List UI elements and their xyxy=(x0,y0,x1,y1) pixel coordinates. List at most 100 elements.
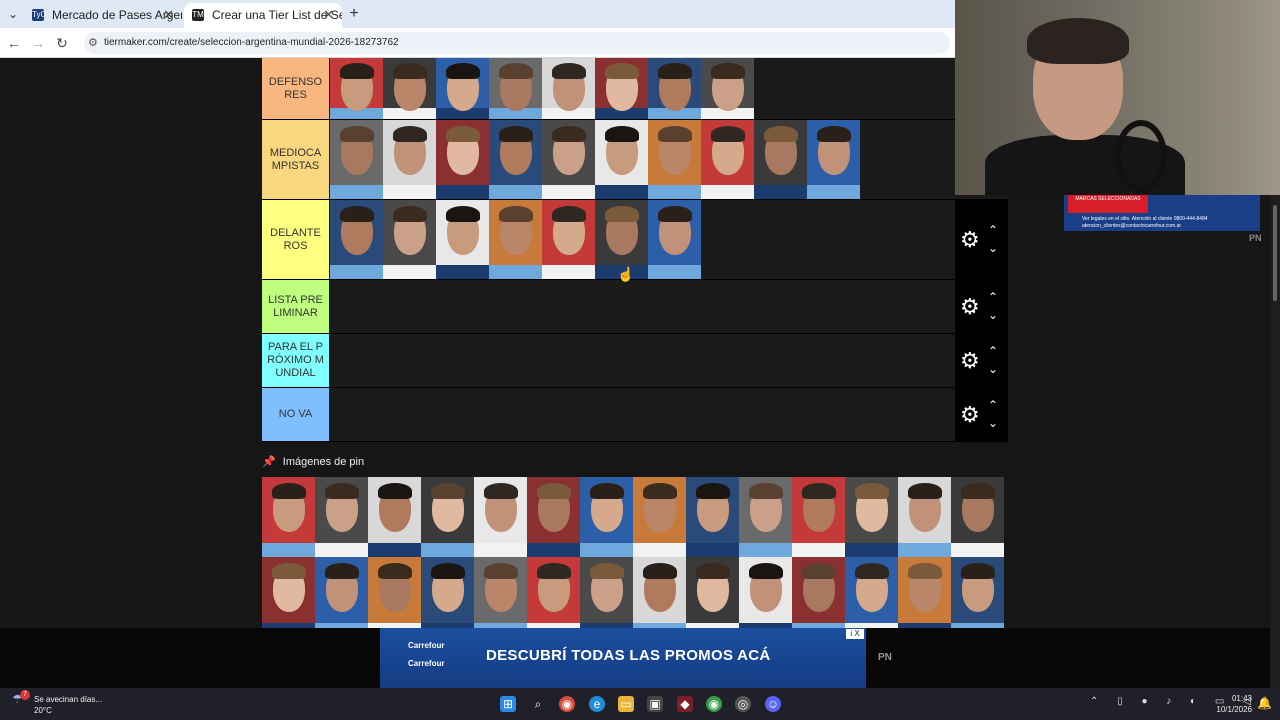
pool-player-card[interactable] xyxy=(686,557,739,637)
player-card[interactable] xyxy=(383,120,436,199)
player-card[interactable] xyxy=(489,200,542,279)
player-card[interactable] xyxy=(595,120,648,199)
player-card[interactable] xyxy=(754,120,807,199)
pool-player-card[interactable] xyxy=(580,557,633,637)
app-icon[interactable]: ◆ xyxy=(677,696,693,712)
pool-player-card[interactable] xyxy=(898,557,951,637)
player-card[interactable] xyxy=(595,58,648,119)
player-card[interactable] xyxy=(436,120,489,199)
close-tab-icon[interactable]: ✕ xyxy=(163,3,174,27)
edge-icon[interactable]: e xyxy=(589,696,605,712)
player-card[interactable] xyxy=(542,200,595,279)
pool-player-card[interactable] xyxy=(580,477,633,557)
player-card[interactable] xyxy=(436,58,489,119)
player-card[interactable] xyxy=(489,120,542,199)
tab-crear-tier-list[interactable]: TM Crear una Tier List de Selecció ✕ xyxy=(184,3,342,28)
pool-player-card[interactable] xyxy=(898,477,951,557)
pool-player-card[interactable] xyxy=(633,477,686,557)
pool-player-card[interactable] xyxy=(792,557,845,637)
notification-icon[interactable]: 🔔 xyxy=(1257,696,1272,710)
player-card[interactable] xyxy=(330,200,383,279)
file-explorer-icon[interactable]: ▭ xyxy=(618,696,634,712)
pool-player-card[interactable] xyxy=(845,477,898,557)
pool-player-card[interactable] xyxy=(951,557,1004,637)
player-card[interactable] xyxy=(383,200,436,279)
move-up-chevron-icon[interactable]: ⌃ xyxy=(988,345,998,357)
back-arrow-icon[interactable]: ← xyxy=(4,33,24,53)
pool-player-card[interactable] xyxy=(951,477,1004,557)
pool-player-card[interactable] xyxy=(739,557,792,637)
player-card[interactable] xyxy=(807,120,860,199)
site-info-icon[interactable]: ⚙ xyxy=(88,32,98,54)
windows-start-icon[interactable]: ⊞ xyxy=(500,696,516,712)
gear-icon[interactable]: ⚙ xyxy=(960,403,980,426)
store-icon[interactable]: ▣ xyxy=(647,696,663,712)
player-card[interactable] xyxy=(436,200,489,279)
pool-player-card[interactable] xyxy=(315,477,368,557)
url-field[interactable]: ⚙ tiermaker.com/create/seleccion-argenti… xyxy=(84,32,950,54)
pool-player-card[interactable] xyxy=(262,477,315,557)
tab-search-chevron-icon[interactable]: ⌄ xyxy=(3,4,23,24)
player-card[interactable] xyxy=(489,58,542,119)
clock[interactable]: 01:43 10/1/2026 xyxy=(1212,693,1252,715)
pool-player-card[interactable] xyxy=(686,477,739,557)
player-card[interactable] xyxy=(330,120,383,199)
pool-player-card[interactable] xyxy=(474,477,527,557)
pool-player-card[interactable] xyxy=(845,557,898,637)
tier-label[interactable]: DELANTEROS xyxy=(262,200,329,279)
search-icon[interactable]: ⌕ xyxy=(530,696,546,712)
tier-label[interactable]: DEFENSORES xyxy=(262,58,329,119)
player-card[interactable] xyxy=(648,58,701,119)
pool-player-card[interactable] xyxy=(315,557,368,637)
pool-player-card[interactable] xyxy=(633,557,686,637)
tier-items[interactable] xyxy=(330,120,860,199)
tier-label[interactable]: LISTA PRELIMINAR xyxy=(262,280,329,333)
player-card[interactable] xyxy=(542,120,595,199)
chrome-profile-icon[interactable]: ◉ xyxy=(706,696,722,712)
gear-icon[interactable]: ⚙ xyxy=(960,228,980,251)
discord-icon[interactable]: ☺ xyxy=(765,696,781,712)
chrome-icon[interactable]: ◉ xyxy=(559,696,575,712)
tab-mercado-de-pases[interactable]: TyC Mercado de Pases Argentina 20 ✕ xyxy=(24,3,182,28)
player-card[interactable] xyxy=(701,120,754,199)
player-card[interactable] xyxy=(701,58,754,119)
tier-items[interactable] xyxy=(330,58,754,119)
player-card[interactable] xyxy=(648,200,701,279)
tier-label[interactable]: NO VA xyxy=(262,388,329,441)
tier-label[interactable]: PARA EL PRÓXIMO MUNDIAL xyxy=(262,334,329,387)
scrollbar-thumb[interactable] xyxy=(1273,205,1277,301)
pool-player-card[interactable] xyxy=(262,557,315,637)
move-down-chevron-icon[interactable]: ⌄ xyxy=(988,363,998,375)
pool-player-card[interactable] xyxy=(368,557,421,637)
pool-player-card[interactable] xyxy=(527,477,580,557)
move-up-chevron-icon[interactable]: ⌃ xyxy=(988,399,998,411)
move-down-chevron-icon[interactable]: ⌄ xyxy=(988,242,998,254)
obs-icon[interactable]: ◎ xyxy=(735,696,751,712)
pool-player-card[interactable] xyxy=(368,477,421,557)
ad-choices-close-icon[interactable]: i X xyxy=(846,629,864,639)
player-card[interactable] xyxy=(542,58,595,119)
pool-player-card[interactable] xyxy=(421,477,474,557)
tier-items[interactable] xyxy=(330,200,701,279)
move-down-chevron-icon[interactable]: ⌄ xyxy=(988,309,998,321)
pool-player-card[interactable] xyxy=(739,477,792,557)
player-card[interactable] xyxy=(330,58,383,119)
move-up-chevron-icon[interactable]: ⌃ xyxy=(988,291,998,303)
tier-label[interactable]: MEDIOCAMPISTAS xyxy=(262,120,329,199)
gear-icon[interactable]: ⚙ xyxy=(960,295,980,318)
carrefour-ad-banner[interactable]: Carrefour Carrefour DESCUBRÍ TODAS LAS P… xyxy=(380,628,866,688)
page-scrollbar[interactable] xyxy=(1270,195,1280,688)
side-ad-banner[interactable]: MARCAS SELECCIONADAS Ver legales en el s… xyxy=(1064,195,1260,231)
new-tab-button[interactable]: + xyxy=(344,4,364,24)
forward-arrow-icon[interactable]: → xyxy=(28,33,48,53)
pool-player-card[interactable] xyxy=(421,557,474,637)
player-card[interactable] xyxy=(648,120,701,199)
gear-icon[interactable]: ⚙ xyxy=(960,349,980,372)
close-tab-icon[interactable]: ✕ xyxy=(323,3,334,27)
move-down-chevron-icon[interactable]: ⌄ xyxy=(988,417,998,429)
move-up-chevron-icon[interactable]: ⌃ xyxy=(988,224,998,236)
player-card[interactable] xyxy=(383,58,436,119)
pool-player-card[interactable] xyxy=(792,477,845,557)
reload-icon[interactable]: ↻ xyxy=(52,33,72,53)
pool-player-card[interactable] xyxy=(527,557,580,637)
